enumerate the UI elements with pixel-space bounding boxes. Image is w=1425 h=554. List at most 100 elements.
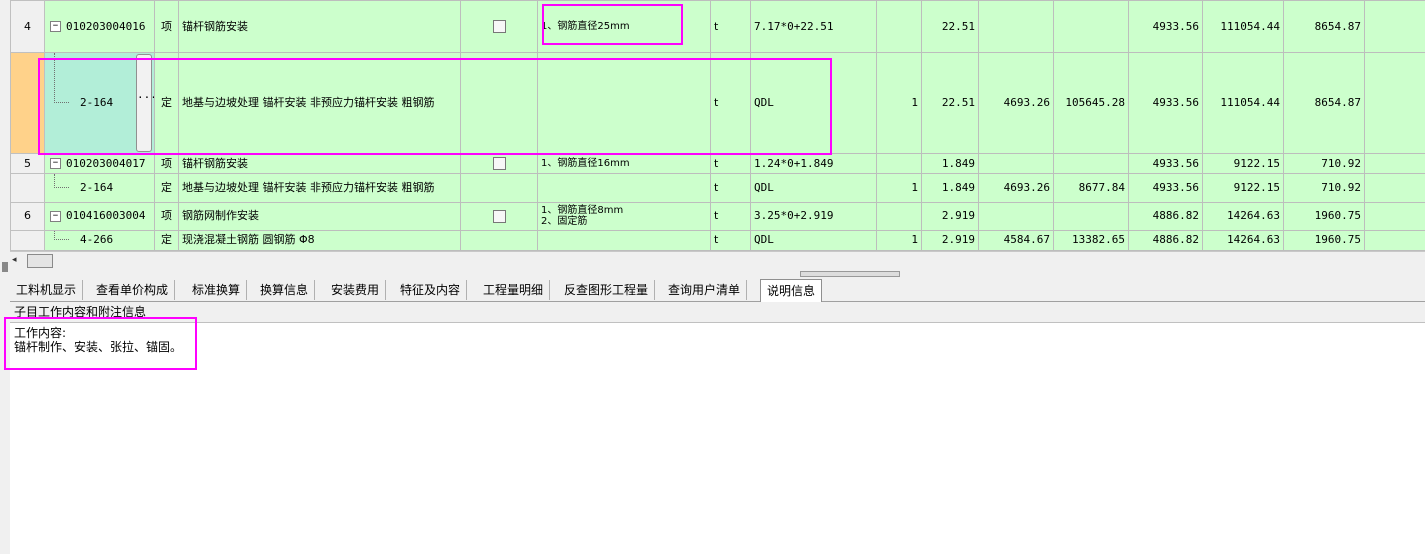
collapse-icon[interactable]: − <box>50 21 61 33</box>
row-number[interactable] <box>10 52 45 155</box>
type-cell[interactable]: 项 <box>154 153 179 175</box>
composite-total-cell[interactable]: 14264.63 <box>1202 229 1284 252</box>
unit-price-cell[interactable]: 4693.26 <box>978 52 1054 155</box>
extra-cell[interactable]: 9 <box>1364 52 1425 155</box>
extra-cell[interactable]: 9 <box>1364 0 1425 54</box>
quantity-ratio-cell[interactable]: 1 <box>876 173 922 203</box>
quantity-ratio-cell[interactable] <box>876 153 922 175</box>
name-cell[interactable]: 地基与边坡处理 锚杆安装 非预应力锚杆安装 粗钢筋 <box>178 173 461 203</box>
name-cell[interactable]: 地基与边坡处理 锚杆安装 非预应力锚杆安装 粗钢筋 <box>178 52 461 155</box>
table-row[interactable]: 6−010416003004 项钢筋网制作安装 1、钢筋直径8mm 2、固定筋 t 3.2… <box>10 201 1425 231</box>
unit-cell[interactable]: t <box>710 173 751 203</box>
tab-10[interactable]: 说明信息 <box>760 279 823 302</box>
horizontal-scrollbar[interactable]: ◂ <box>10 251 1425 269</box>
cost-cell[interactable]: 1960.75 <box>1283 201 1365 231</box>
unit-price-cell[interactable] <box>978 153 1054 175</box>
amount-cell[interactable] <box>1053 0 1129 54</box>
quantity-cell[interactable]: 22.51 <box>921 0 979 54</box>
ellipsis-button[interactable]: ··· <box>136 54 154 153</box>
cost-cell[interactable]: 1960.75 <box>1283 229 1365 252</box>
collapse-icon[interactable]: − <box>50 158 61 170</box>
unit-price-cell[interactable] <box>978 0 1054 54</box>
unit-price-cell[interactable]: 4693.26 <box>978 173 1054 203</box>
cost-cell[interactable]: 8654.87 <box>1283 52 1365 155</box>
code-cell[interactable]: −010416003004 <box>44 201 155 231</box>
feature-cell[interactable] <box>537 52 711 155</box>
quantity-ratio-cell[interactable]: 1 <box>876 229 922 252</box>
quantity-formula-cell[interactable]: 7.17*0+22.51 <box>750 0 877 54</box>
tab-4[interactable]: 换算信息 <box>254 280 316 300</box>
checkbox-cell[interactable] <box>460 153 538 175</box>
composite-price-cell[interactable]: 4886.82 <box>1128 201 1203 231</box>
unit-price-cell[interactable]: 4584.67 <box>978 229 1054 252</box>
composite-price-cell[interactable]: 4933.56 <box>1128 153 1203 175</box>
amount-cell[interactable]: 105645.28 <box>1053 52 1129 155</box>
code-cell[interactable]: 4-266 <box>44 229 155 252</box>
quantity-formula-cell[interactable]: QDL <box>750 52 877 155</box>
amount-cell[interactable]: 13382.65 <box>1053 229 1129 252</box>
feature-cell[interactable]: 1、钢筋直径16mm <box>537 153 711 175</box>
checkbox-cell[interactable] <box>460 173 538 203</box>
unit-cell[interactable]: t <box>710 0 751 54</box>
quantity-ratio-cell[interactable] <box>876 0 922 54</box>
tab-6[interactable]: 特征及内容 <box>394 280 468 300</box>
unit-cell[interactable]: t <box>710 153 751 175</box>
extra-cell[interactable]: 1 <box>1364 201 1425 231</box>
cost-cell[interactable]: 710.92 <box>1283 153 1365 175</box>
row-number[interactable]: 5 <box>10 153 45 175</box>
feature-cell[interactable]: 1、钢筋直径8mm 2、固定筋 <box>537 201 711 231</box>
checkbox-cell[interactable] <box>460 52 538 155</box>
row-checkbox[interactable] <box>492 20 506 34</box>
table-row[interactable]: 2-164···定地基与边坡处理 锚杆安装 非预应力锚杆安装 粗钢筋tQDL12… <box>10 52 1425 155</box>
unit-cell[interactable]: t <box>710 201 751 231</box>
row-number[interactable] <box>10 173 45 203</box>
quantity-formula-cell[interactable]: 3.25*0+2.919 <box>750 201 877 231</box>
table-row[interactable]: 4−010203004016 项锚杆钢筋安装 1、钢筋直径25mm t 7.17*0+2… <box>10 0 1425 54</box>
tab-8[interactable]: 反查图形工程量 <box>558 280 656 300</box>
composite-total-cell[interactable]: 14264.63 <box>1202 201 1284 231</box>
checkbox-cell[interactable] <box>460 201 538 231</box>
extra-cell[interactable] <box>1364 153 1425 175</box>
tab-9[interactable]: 查询用户清单 <box>662 280 748 300</box>
table-row[interactable]: 4-266 定现浇混凝土钢筋 圆钢筋 Φ8 t QDL 1 2.919 4584.67 133… <box>10 229 1425 252</box>
amount-cell[interactable] <box>1053 153 1129 175</box>
feature-cell[interactable] <box>537 229 711 252</box>
row-number[interactable]: 6 <box>10 201 45 231</box>
extra-cell[interactable]: 1 <box>1364 229 1425 252</box>
feature-cell[interactable]: 1、钢筋直径25mm <box>537 0 711 54</box>
quantity-formula-cell[interactable]: 1.24*0+1.849 <box>750 153 877 175</box>
name-cell[interactable]: 锚杆钢筋安装 <box>178 153 461 175</box>
unit-cell[interactable]: t <box>710 229 751 252</box>
tab-7[interactable]: 工程量明细 <box>477 280 551 300</box>
composite-price-cell[interactable]: 4933.56 <box>1128 173 1203 203</box>
code-cell[interactable]: 2-164 <box>44 173 155 203</box>
composite-total-cell[interactable]: 9122.15 <box>1202 153 1284 175</box>
name-cell[interactable]: 锚杆钢筋安装 <box>178 0 461 54</box>
type-cell[interactable]: 项 <box>154 201 179 231</box>
feature-cell[interactable] <box>537 173 711 203</box>
quantity-cell[interactable]: 22.51 <box>921 52 979 155</box>
amount-cell[interactable] <box>1053 201 1129 231</box>
composite-price-cell[interactable]: 4933.56 <box>1128 52 1203 155</box>
row-checkbox[interactable] <box>492 157 506 171</box>
cost-cell[interactable]: 8654.87 <box>1283 0 1365 54</box>
tab-1[interactable]: 工料机显示 <box>10 280 84 300</box>
quantity-cell[interactable]: 2.919 <box>921 229 979 252</box>
composite-price-cell[interactable]: 4886.82 <box>1128 229 1203 252</box>
type-cell[interactable]: 项 <box>154 0 179 54</box>
quantity-cell[interactable]: 2.919 <box>921 201 979 231</box>
quantity-ratio-cell[interactable]: 1 <box>876 52 922 155</box>
type-cell[interactable]: 定 <box>154 52 179 155</box>
checkbox-cell[interactable] <box>460 0 538 54</box>
quantity-cell[interactable]: 1.849 <box>921 153 979 175</box>
quantity-formula-cell[interactable]: QDL <box>750 229 877 252</box>
type-cell[interactable]: 定 <box>154 173 179 203</box>
row-number[interactable]: 4 <box>10 0 45 54</box>
row-checkbox[interactable] <box>492 209 506 223</box>
checkbox-cell[interactable] <box>460 229 538 252</box>
scroll-thumb[interactable] <box>27 254 53 268</box>
panel-splitter[interactable] <box>10 268 1425 277</box>
table-row[interactable]: 5−010203004017 项锚杆钢筋安装 1、钢筋直径16mm t 1.24*0+1… <box>10 153 1425 175</box>
quantity-formula-cell[interactable]: QDL <box>750 173 877 203</box>
tab-3[interactable]: 标准换算 <box>186 280 248 300</box>
